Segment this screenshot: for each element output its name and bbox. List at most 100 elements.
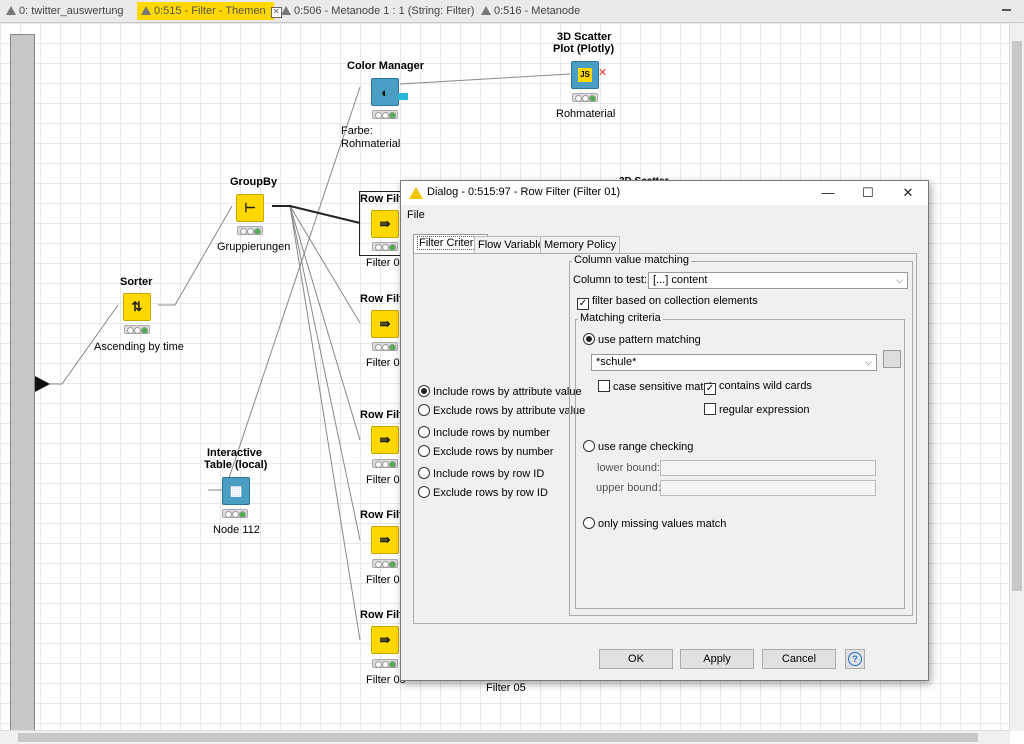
matching-criteria-group: Matching criteria use pattern matching *… — [575, 312, 905, 609]
interactive-table-node[interactable]: ▦ — [222, 477, 250, 505]
radio-label: only missing values match — [598, 518, 727, 530]
color-manager-node[interactable]: ◐ — [371, 78, 399, 106]
connection-sorter-groupby — [158, 205, 233, 306]
filter-icon: ⇛ — [379, 316, 391, 331]
error-port-icon: ✕ — [598, 67, 608, 79]
model-port-icon — [398, 93, 408, 100]
chevron-down-icon: ⌵ — [865, 357, 872, 367]
checkbox-checked-icon: ✓ — [704, 383, 716, 395]
checkbox-label: case sensitive match — [613, 381, 716, 393]
node-caption: Filter 05 — [486, 682, 526, 694]
connection-groupby-filter04 — [272, 205, 361, 541]
radio-label: Include rows by number — [433, 427, 550, 439]
group-label: Column value matching — [572, 254, 691, 266]
column-to-test-label: Column to test: — [573, 274, 647, 286]
node-status-lights — [124, 325, 150, 334]
sorter-node[interactable]: ⇅ — [123, 293, 151, 321]
group-label: Matching criteria — [578, 312, 663, 324]
row-filter-node-05[interactable]: ⇛ — [371, 626, 399, 654]
radio-label: Exclude rows by attribute value — [433, 405, 586, 417]
row-filter-dialog: Dialog - 0:515:97 - Row Filter (Filter 0… — [400, 180, 929, 681]
column-to-test-select[interactable]: [...] content ⌵ — [648, 272, 908, 289]
checkbox-filter-collection[interactable]: ✓ filter based on collection elements — [577, 295, 758, 310]
column-value-matching-group: Column value matching Column to test: [.… — [569, 254, 913, 616]
row-filter-node-04[interactable]: ⇛ — [371, 526, 399, 554]
checkbox-label: contains wild cards — [719, 380, 812, 392]
help-icon: ? — [848, 652, 862, 666]
apply-button[interactable]: Apply — [680, 649, 754, 669]
node-status-lights — [222, 509, 248, 518]
cancel-button[interactable]: Cancel — [762, 649, 836, 669]
node-status-lights — [237, 226, 263, 235]
ok-button[interactable]: OK — [599, 649, 673, 669]
scatter-plot-node[interactable]: JS — [571, 61, 599, 89]
node-title: GroupBy — [230, 176, 278, 188]
node-status-lights — [372, 559, 398, 568]
checkbox-regex[interactable]: regular expression — [704, 403, 810, 416]
radio-icon — [418, 467, 430, 479]
lower-bound-input[interactable] — [660, 460, 876, 476]
checkbox-case-sensitive[interactable]: case sensitive match — [598, 380, 715, 393]
upper-bound-input[interactable] — [660, 480, 876, 496]
radio-exclude-attribute[interactable]: Exclude rows by attribute value — [418, 404, 585, 417]
row-filter-node-03[interactable]: ⇛ — [371, 426, 399, 454]
dialog-titlebar[interactable]: Dialog - 0:515:97 - Row Filter (Filter 0… — [401, 181, 928, 205]
node-title: Sorter — [120, 276, 153, 288]
connection-groupby-filter05 — [272, 205, 361, 641]
node-title: Table (local) — [204, 459, 268, 471]
tab-memory-policy[interactable]: Memory Policy — [540, 236, 621, 253]
vertical-scrollbar[interactable] — [1009, 23, 1024, 731]
checkbox-label: regular expression — [719, 404, 810, 416]
radio-label: Include rows by attribute value — [433, 386, 582, 398]
groupby-node[interactable]: ⊢ — [236, 194, 264, 222]
close-button[interactable]: ✕ — [888, 181, 928, 205]
radio-include-attribute[interactable]: Include rows by attribute value — [418, 385, 582, 398]
lower-bound-label: lower bound: — [597, 462, 660, 474]
node-title: Plot (Plotly) — [553, 43, 615, 55]
filter-icon: ⇛ — [379, 532, 391, 547]
horizontal-scrollbar[interactable] — [0, 730, 1010, 744]
scrollbar-thumb[interactable] — [1012, 41, 1022, 591]
flow-variable-button[interactable] — [883, 350, 901, 368]
radio-icon — [418, 404, 430, 416]
radio-only-missing[interactable]: only missing values match — [583, 517, 726, 530]
radio-include-number[interactable]: Include rows by number — [418, 426, 550, 439]
radio-use-pattern[interactable]: use pattern matching — [583, 333, 701, 346]
radio-icon — [583, 440, 595, 452]
filter-icon: ⇛ — [379, 632, 391, 647]
javascript-icon: JS — [578, 68, 592, 82]
row-filter-node-02[interactable]: ⇛ — [371, 310, 399, 338]
radio-label: use range checking — [598, 441, 694, 453]
row-filter-node-01[interactable]: ⇛ — [371, 210, 399, 238]
combo-value: [...] content — [653, 274, 708, 286]
radio-exclude-rowid[interactable]: Exclude rows by row ID — [418, 486, 548, 499]
metanode-input-bar — [10, 34, 35, 734]
radio-label: use pattern matching — [598, 334, 701, 346]
menu-file[interactable]: File — [407, 209, 425, 221]
radio-label: Exclude rows by number — [433, 446, 554, 458]
minimize-button[interactable]: — — [808, 181, 848, 205]
radio-exclude-number[interactable]: Exclude rows by number — [418, 445, 553, 458]
checkbox-wildcards[interactable]: ✓ contains wild cards — [704, 380, 812, 395]
help-button[interactable]: ? — [845, 649, 865, 669]
connection-groupby-filter01 — [272, 205, 361, 224]
filter-icon: ⇛ — [379, 216, 391, 231]
node-status-lights — [372, 342, 398, 351]
node-caption: Rohmaterial — [556, 108, 616, 120]
groupby-icon: ⊢ — [244, 200, 256, 215]
chevron-down-icon: ⌵ — [896, 275, 903, 285]
sort-icon: ⇅ — [131, 299, 143, 314]
node-caption: Node 112 — [213, 524, 260, 536]
scrollbar-thumb[interactable] — [18, 733, 978, 742]
checkbox-checked-icon: ✓ — [577, 298, 589, 310]
maximize-button[interactable]: ☐ — [848, 181, 888, 205]
pattern-value: *schule* — [596, 356, 637, 368]
node-caption: Farbe: — [341, 125, 373, 137]
node-status-lights — [372, 110, 398, 119]
node-status-lights — [372, 459, 398, 468]
node-status-lights — [572, 93, 598, 102]
radio-include-rowid[interactable]: Include rows by row ID — [418, 467, 544, 480]
radio-use-range[interactable]: use range checking — [583, 440, 693, 453]
pattern-input[interactable]: *schule* ⌵ — [591, 354, 877, 371]
dialog-title: Dialog - 0:515:97 - Row Filter (Filter 0… — [427, 186, 621, 198]
